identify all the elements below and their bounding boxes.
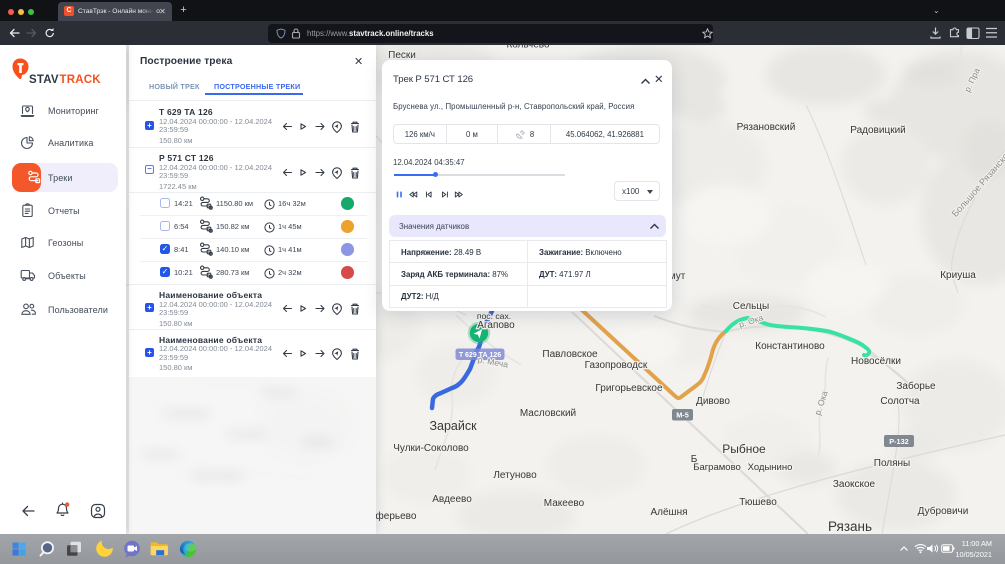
svg-text:Газопроводск: Газопроводск [585,360,648,371]
svg-text:ферьево: ферьево [376,510,417,522]
svg-text:Ходынино: Ходынино [748,462,793,473]
svg-text:Заборье: Заборье [896,380,936,392]
svg-text:Поляны: Поляны [874,458,911,469]
svg-text:Рязань: Рязань [828,519,872,534]
svg-text:Дубровичи: Дубровичи [918,505,969,517]
svg-text:Солотча: Солотча [880,396,920,407]
svg-text:Агапово: Агапово [477,320,515,331]
svg-text:Тюшево: Тюшево [739,497,777,508]
svg-text:М-5: М-5 [676,411,689,420]
svg-text:Масловский: Масловский [520,408,576,419]
svg-text:Дивово: Дивово [696,396,730,407]
svg-text:Заокское: Заокское [833,479,876,490]
svg-text:Криуша: Криуша [940,270,976,281]
svg-text:Макеево: Макеево [544,498,585,509]
svg-text:Константиново: Константиново [755,341,825,352]
svg-text:Зарайск: Зарайск [429,419,477,433]
svg-text:Летуново: Летуново [493,470,537,481]
svg-text:Р-132: Р-132 [889,437,908,446]
svg-text:Кольчево: Кольчево [506,45,550,51]
svg-text:Радовицкий: Радовицкий [850,125,905,136]
svg-text:Рязановский: Рязановский [737,122,796,133]
svg-text:Григорьевское: Григорьевское [595,383,663,394]
svg-text:Чулки-Соколово: Чулки-Соколово [393,443,469,454]
svg-text:Авдеево: Авдеево [432,494,472,505]
svg-text:Рыбное: Рыбное [722,442,766,456]
svg-text:Новосёлки: Новосёлки [851,356,901,367]
svg-text:Алёшня: Алёшня [650,507,687,518]
svg-text:Б: Б [691,454,698,465]
svg-text:Сельцы: Сельцы [733,301,769,312]
svg-text:Павловское: Павловское [542,349,598,360]
svg-text:Баграмово: Баграмово [693,462,741,473]
